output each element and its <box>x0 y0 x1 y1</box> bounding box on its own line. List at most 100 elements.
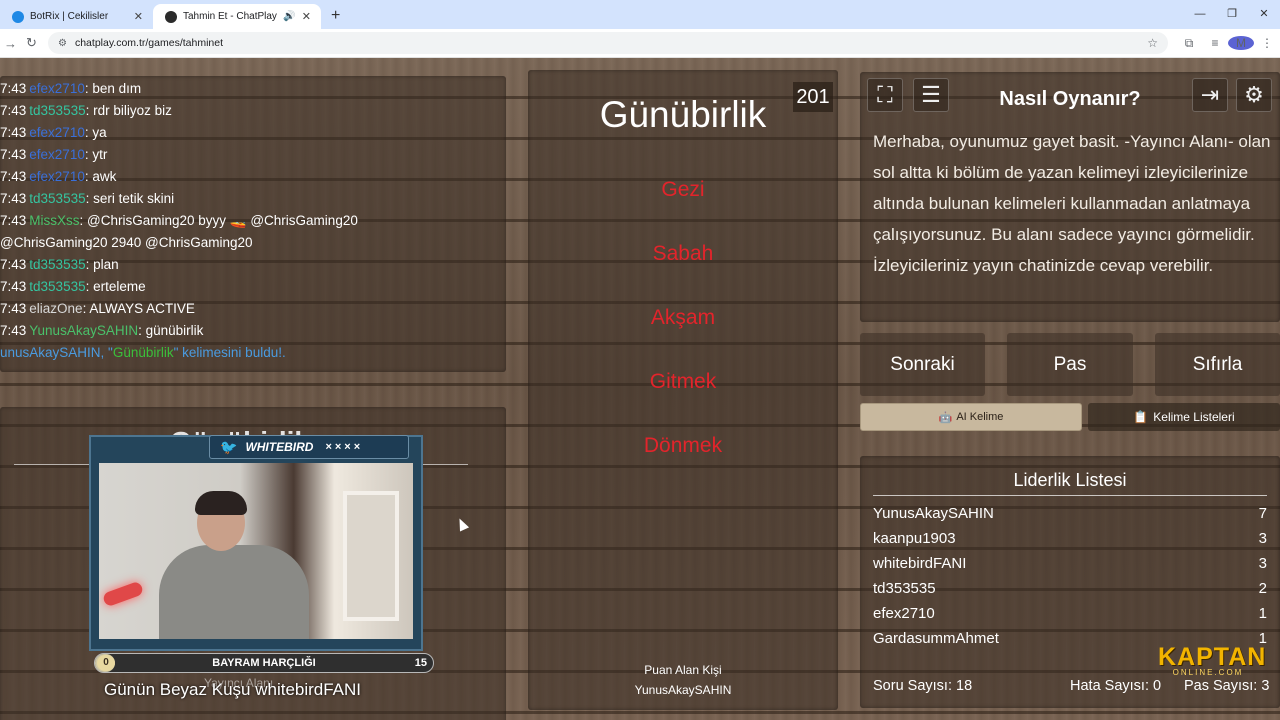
minimize-icon[interactable]: — <box>1184 0 1216 29</box>
close-window-icon[interactable]: ✕ <box>1248 0 1280 29</box>
chat-username[interactable]: efex2710 <box>29 125 85 140</box>
menu-icon[interactable]: ⋮ <box>1254 36 1280 50</box>
ai-word-button[interactable]: 🤖 AI Kelime <box>860 403 1082 431</box>
restore-icon[interactable]: ❐ <box>1216 0 1248 29</box>
leaderboard-row: kaanpu1903 3 <box>873 530 1267 554</box>
leaderboard-player: GardasummAhmet <box>873 630 999 647</box>
chat-text: : awk <box>84 169 117 184</box>
exit-icon[interactable]: ⇥ <box>1192 78 1228 112</box>
ai-word-label: AI Kelime <box>956 411 1004 423</box>
chat-username[interactable]: td353535 <box>29 279 85 294</box>
reset-button[interactable]: Sıfırla <box>1155 333 1280 396</box>
chat-message: 7:43 efex2710: ben dım <box>0 78 141 100</box>
chatplay-favicon-icon <box>165 10 177 23</box>
tab-search-icon[interactable]: ≡ <box>1202 36 1228 50</box>
word-lists-label: Kelime Listeleri <box>1153 410 1235 424</box>
chat-time: 7:43 <box>0 147 27 162</box>
taboo-word: Sabah <box>652 242 714 265</box>
chat-time: 7:43 <box>0 103 27 118</box>
chat-time: 7:43 <box>0 81 27 96</box>
chat-username[interactable]: YunusAkaySAHIN <box>29 323 138 338</box>
chat-message: 7:43 efex2710: awk <box>0 166 116 188</box>
chat-text: : ya <box>84 125 107 140</box>
leaderboard-player: YunusAkaySAHIN <box>873 505 994 522</box>
taboo-word: Akşam <box>650 306 716 329</box>
window-controls: — ❐ ✕ <box>1184 0 1280 29</box>
twitter-bird-icon: 🐦 <box>220 438 238 455</box>
leaderboard-score: 3 <box>1258 555 1267 572</box>
new-tab-icon[interactable]: + <box>331 7 340 25</box>
bookmark-star-icon[interactable]: ☆ <box>1147 36 1158 50</box>
pass-button[interactable]: Pas <box>1007 333 1133 396</box>
person-body <box>159 545 309 639</box>
scorer-name: YunusAkaySAHIN <box>634 683 732 697</box>
system-message-suffix: " kelimesini buldu!. <box>173 345 286 360</box>
chat-time: 7:43 <box>0 257 27 272</box>
chat-time: 7:43 <box>0 191 27 206</box>
address-bar[interactable]: ⚙ chatplay.com.tr/games/tahminet ☆ <box>48 32 1168 54</box>
leaderboard-row: whitebirdFANI 3 <box>873 555 1267 579</box>
leaderboard-score: 1 <box>1258 605 1267 622</box>
chat-username[interactable]: td353535 <box>29 103 85 118</box>
system-message-word: Günübirlik <box>112 345 174 360</box>
leaderboard-row: efex2710 1 <box>873 605 1267 629</box>
chat-username[interactable]: MissXss <box>29 213 79 228</box>
chat-time: 7:43 <box>0 213 27 228</box>
fullscreen-icon[interactable]: ⛶ <box>867 78 903 112</box>
chat-text: : seri tetik skini <box>85 191 175 206</box>
settings-gear-icon[interactable]: ⚙ <box>1236 78 1272 112</box>
chat-username[interactable]: td353535 <box>29 191 85 206</box>
chat-time: 7:43 <box>0 125 27 140</box>
leaderboard-score: 7 <box>1258 505 1267 522</box>
chat-time: 7:43 <box>0 169 27 184</box>
game-stage: 7:43 efex2710: ben dım 7:43 td353535: rdr b… <box>0 58 1280 720</box>
chat-message: 7:43 eliazOne: ALWAYS ACTIVE <box>0 298 195 320</box>
target-word: Günübirlik <box>599 94 767 135</box>
leaderboard-player: td353535 <box>873 580 936 597</box>
close-tab-icon[interactable]: ✕ <box>134 10 143 23</box>
chat-text: : @ChrisGaming20 byyy 🚤 @ChrisGaming20 <box>79 213 358 228</box>
chat-text: @ChrisGaming20 2940 @ChrisGaming20 <box>0 235 253 250</box>
site-info-icon[interactable]: ⚙ <box>58 38 67 49</box>
speaker-icon[interactable]: 🔊 <box>283 11 295 22</box>
microphone <box>101 580 145 608</box>
leaderboard-row: YunusAkaySAHIN 7 <box>873 505 1267 529</box>
tab-chatplay[interactable]: Tahmin Et - ChatPlay 🔊 ✕ <box>153 4 321 29</box>
chat-username[interactable]: eliazOne <box>29 301 82 316</box>
url-text: chatplay.com.tr/games/tahminet <box>74 37 224 49</box>
close-tab-icon[interactable]: ✕ <box>302 10 311 23</box>
tab-title: Tahmin Et - ChatPlay <box>183 11 277 22</box>
chat-message: @ChrisGaming20 2940 @ChrisGaming20 <box>0 232 253 254</box>
chat-time: 7:43 <box>0 323 27 338</box>
forward-icon[interactable]: → <box>0 36 21 51</box>
channel-name: WHITEBIRD <box>245 440 314 454</box>
chat-username[interactable]: efex2710 <box>29 147 85 162</box>
next-button[interactable]: Sonraki <box>860 333 985 396</box>
taboo-word: Gezi <box>661 178 705 201</box>
window-background <box>343 491 399 621</box>
chat-username[interactable]: td353535 <box>29 257 85 272</box>
chat-panel: 7:43 efex2710: ben dım 7:43 td353535: rdr b… <box>0 76 506 372</box>
extensions-icon[interactable]: ⧉ <box>1176 36 1202 51</box>
robot-icon: 🤖 <box>938 411 953 424</box>
channel-badge: 🐦 WHITEBIRD ×××× <box>209 435 409 459</box>
error-count: Hata Sayısı: 0 <box>1070 678 1162 694</box>
tab-botrix[interactable]: BotRix | Cekilisler ✕ <box>0 4 153 29</box>
leaderboard-divider <box>873 495 1267 496</box>
chat-username[interactable]: efex2710 <box>29 169 85 184</box>
chat-time: 7:43 <box>0 279 27 294</box>
browser-tabbar: BotRix | Cekilisler ✕ Tahmin Et - ChatPl… <box>0 0 1280 29</box>
chat-username[interactable]: efex2710 <box>29 81 85 96</box>
leaderboard-player: efex2710 <box>873 605 935 622</box>
leaderboard-player: kaanpu1903 <box>873 530 956 547</box>
profile-avatar[interactable]: M <box>1228 36 1254 50</box>
brand-sub: ONLINE.COM <box>1172 668 1244 677</box>
leaderboard-score: 3 <box>1258 530 1267 547</box>
reload-icon[interactable]: ↻ <box>21 35 42 51</box>
chat-text: : ALWAYS ACTIVE <box>82 301 195 316</box>
leaderboard-player: whitebirdFANI <box>873 555 967 572</box>
notes-icon[interactable]: ☰ <box>913 78 949 112</box>
word-lists-button[interactable]: 📋 Kelime Listeleri <box>1088 403 1280 431</box>
tab-title: BotRix | Cekilisler <box>30 11 109 22</box>
chat-message: 7:43 efex2710: ya <box>0 122 107 144</box>
